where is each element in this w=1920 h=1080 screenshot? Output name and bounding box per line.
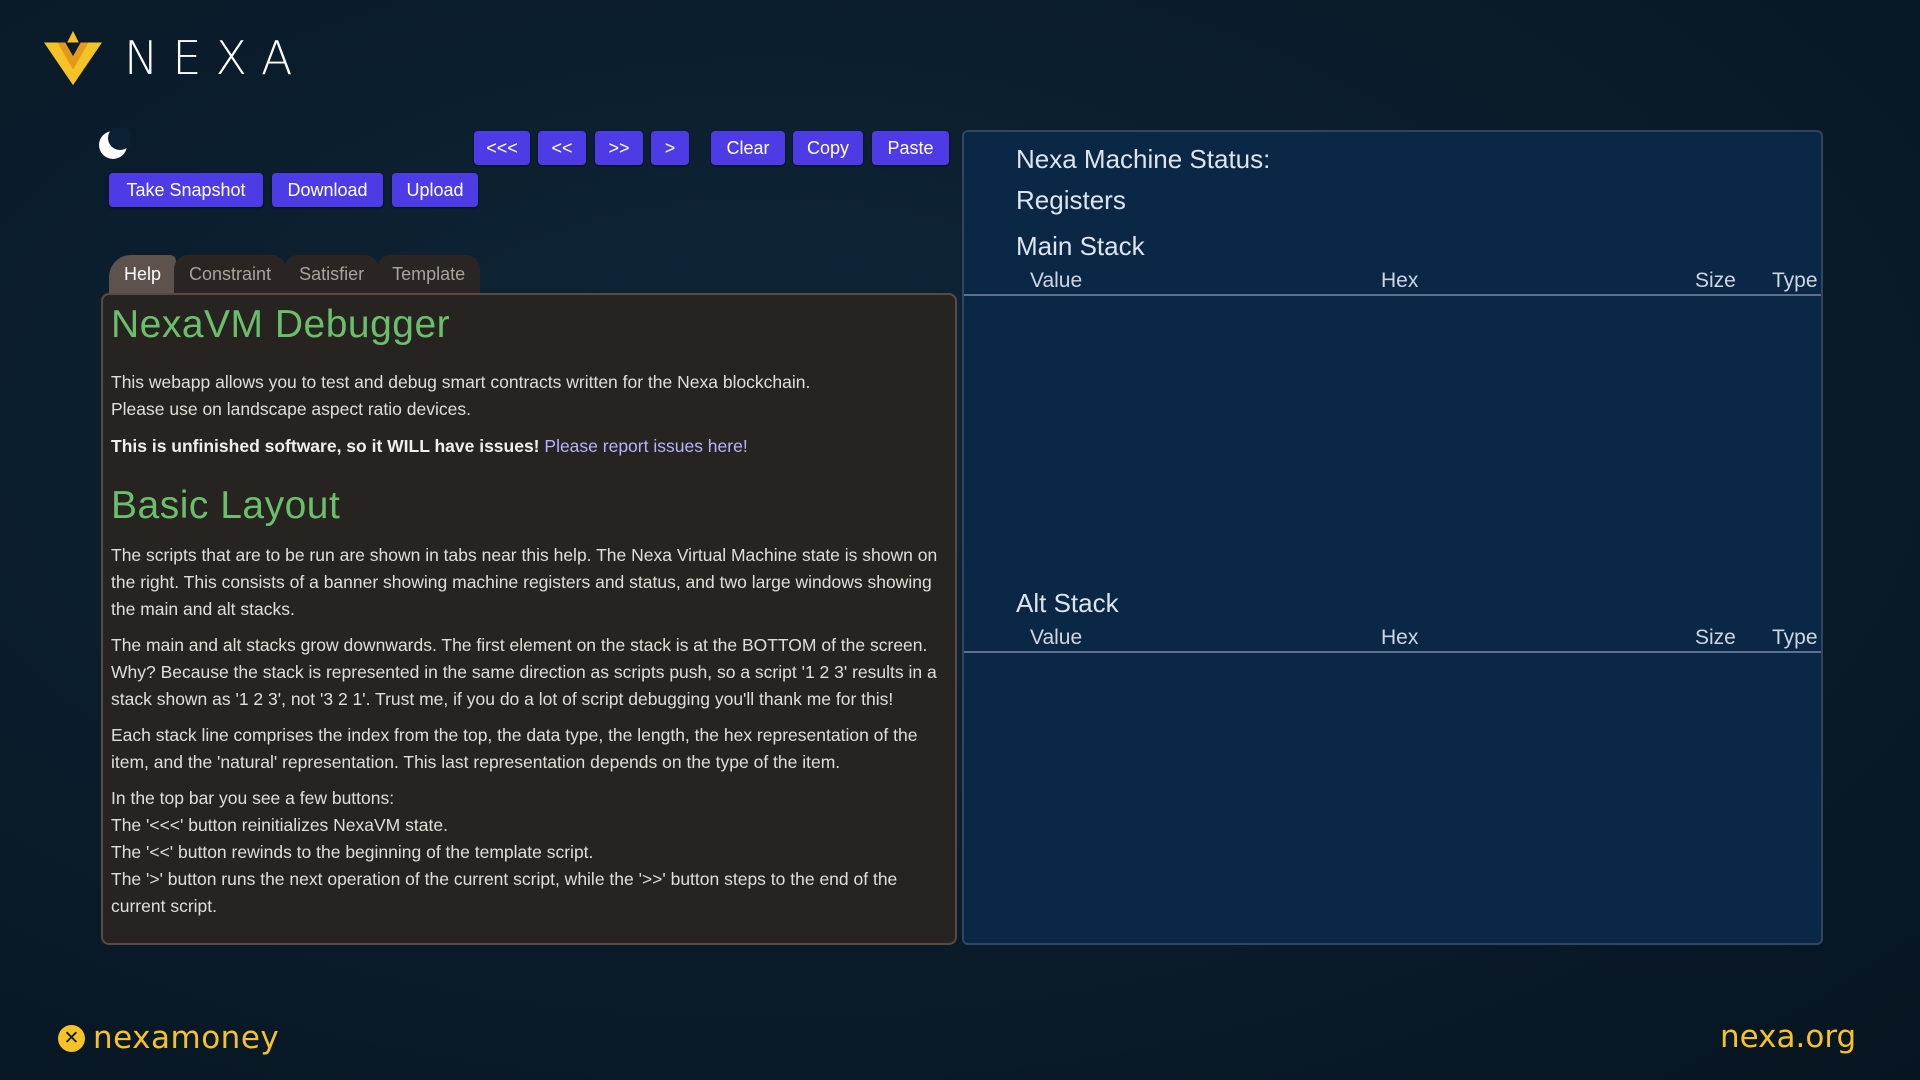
run-to-end-button[interactable]: >> xyxy=(595,131,643,165)
upload-button[interactable]: Upload xyxy=(392,173,478,207)
tab-help[interactable]: Help xyxy=(109,255,177,293)
help-paragraph-buttons: In the top bar you see a few buttons: Th… xyxy=(111,785,945,920)
main-stack-header: Value Hex Size Type xyxy=(964,266,1821,296)
help-paragraph-stacks: The main and alt stacks grow downwards. … xyxy=(111,635,937,709)
alt-stack-title: Alt Stack xyxy=(1016,588,1119,618)
help-intro: This webapp allows you to test and debug… xyxy=(111,369,945,423)
button-desc-rewind: The '<<' button rewinds to the beginning… xyxy=(111,842,594,862)
main-col-type: Type xyxy=(1772,269,1818,292)
copy-button[interactable]: Copy xyxy=(793,131,863,165)
alt-col-type: Type xyxy=(1772,626,1818,649)
registers-label: Registers xyxy=(1016,185,1126,215)
machine-status-title: Nexa Machine Status: xyxy=(1016,144,1271,174)
help-paragraph-stack-line: Each stack line comprises the index from… xyxy=(111,725,918,772)
main-col-hex: Hex xyxy=(1381,269,1419,292)
brand-name: NEXA xyxy=(124,31,307,85)
alt-col-hex: Hex xyxy=(1381,626,1419,649)
paste-button[interactable]: Paste xyxy=(872,131,949,165)
alt-col-value: Value xyxy=(1030,626,1083,649)
help-panel[interactable]: NexaVM Debugger This webapp allows you t… xyxy=(101,293,957,945)
nexamoney-label: nexamoney xyxy=(93,1020,280,1056)
step-button[interactable]: > xyxy=(651,131,689,165)
script-tabs: Help Constraint Satisfier Template xyxy=(109,255,481,293)
main-stack-title: Main Stack xyxy=(1016,231,1145,261)
tab-constraint[interactable]: Constraint xyxy=(174,255,287,293)
help-warning: This is unfinished software, so it WILL … xyxy=(111,436,540,456)
main-col-size: Size xyxy=(1695,269,1736,292)
nexa-logo: NEXA xyxy=(44,30,306,86)
report-issues-link[interactable]: Please report issues here! xyxy=(544,436,747,456)
basic-layout-heading: Basic Layout xyxy=(111,484,341,527)
buttons-intro: In the top bar you see a few buttons: xyxy=(111,788,395,808)
help-warning-paragraph: This is unfinished software, so it WILL … xyxy=(111,433,945,460)
nexa-org-label: nexa.org xyxy=(1720,1019,1857,1055)
help-paragraph-layout: The scripts that are to be run are shown… xyxy=(111,545,938,619)
clear-button[interactable]: Clear xyxy=(711,131,785,165)
help-intro-line-1: This webapp allows you to test and debug… xyxy=(111,372,811,392)
tab-template[interactable]: Template xyxy=(377,255,481,293)
moon-icon[interactable] xyxy=(96,128,130,162)
button-desc-step: The '>' button runs the next operation o… xyxy=(111,869,898,916)
x-coin-icon: ✕ xyxy=(58,1024,85,1052)
machine-status-panel: Nexa Machine Status: Registers Main Stac… xyxy=(962,130,1823,945)
help-title: NexaVM Debugger xyxy=(111,303,451,346)
reset-button[interactable]: <<< xyxy=(474,131,530,165)
main-col-value: Value xyxy=(1030,269,1083,292)
button-desc-reset: The '<<<' button reinitializes NexaVM st… xyxy=(111,815,448,835)
tab-satisfier[interactable]: Satisfier xyxy=(284,255,380,293)
download-button[interactable]: Download xyxy=(272,173,383,207)
nexa-logo-icon xyxy=(44,30,102,86)
alt-stack-header: Value Hex Size Type xyxy=(964,623,1821,653)
take-snapshot-button[interactable]: Take Snapshot xyxy=(109,173,263,207)
help-intro-line-2: Please use on landscape aspect ratio dev… xyxy=(111,399,471,419)
nexamoney-brand: ✕ nexamoney xyxy=(58,1020,279,1056)
alt-col-size: Size xyxy=(1695,626,1736,649)
rewind-button[interactable]: << xyxy=(538,131,586,165)
